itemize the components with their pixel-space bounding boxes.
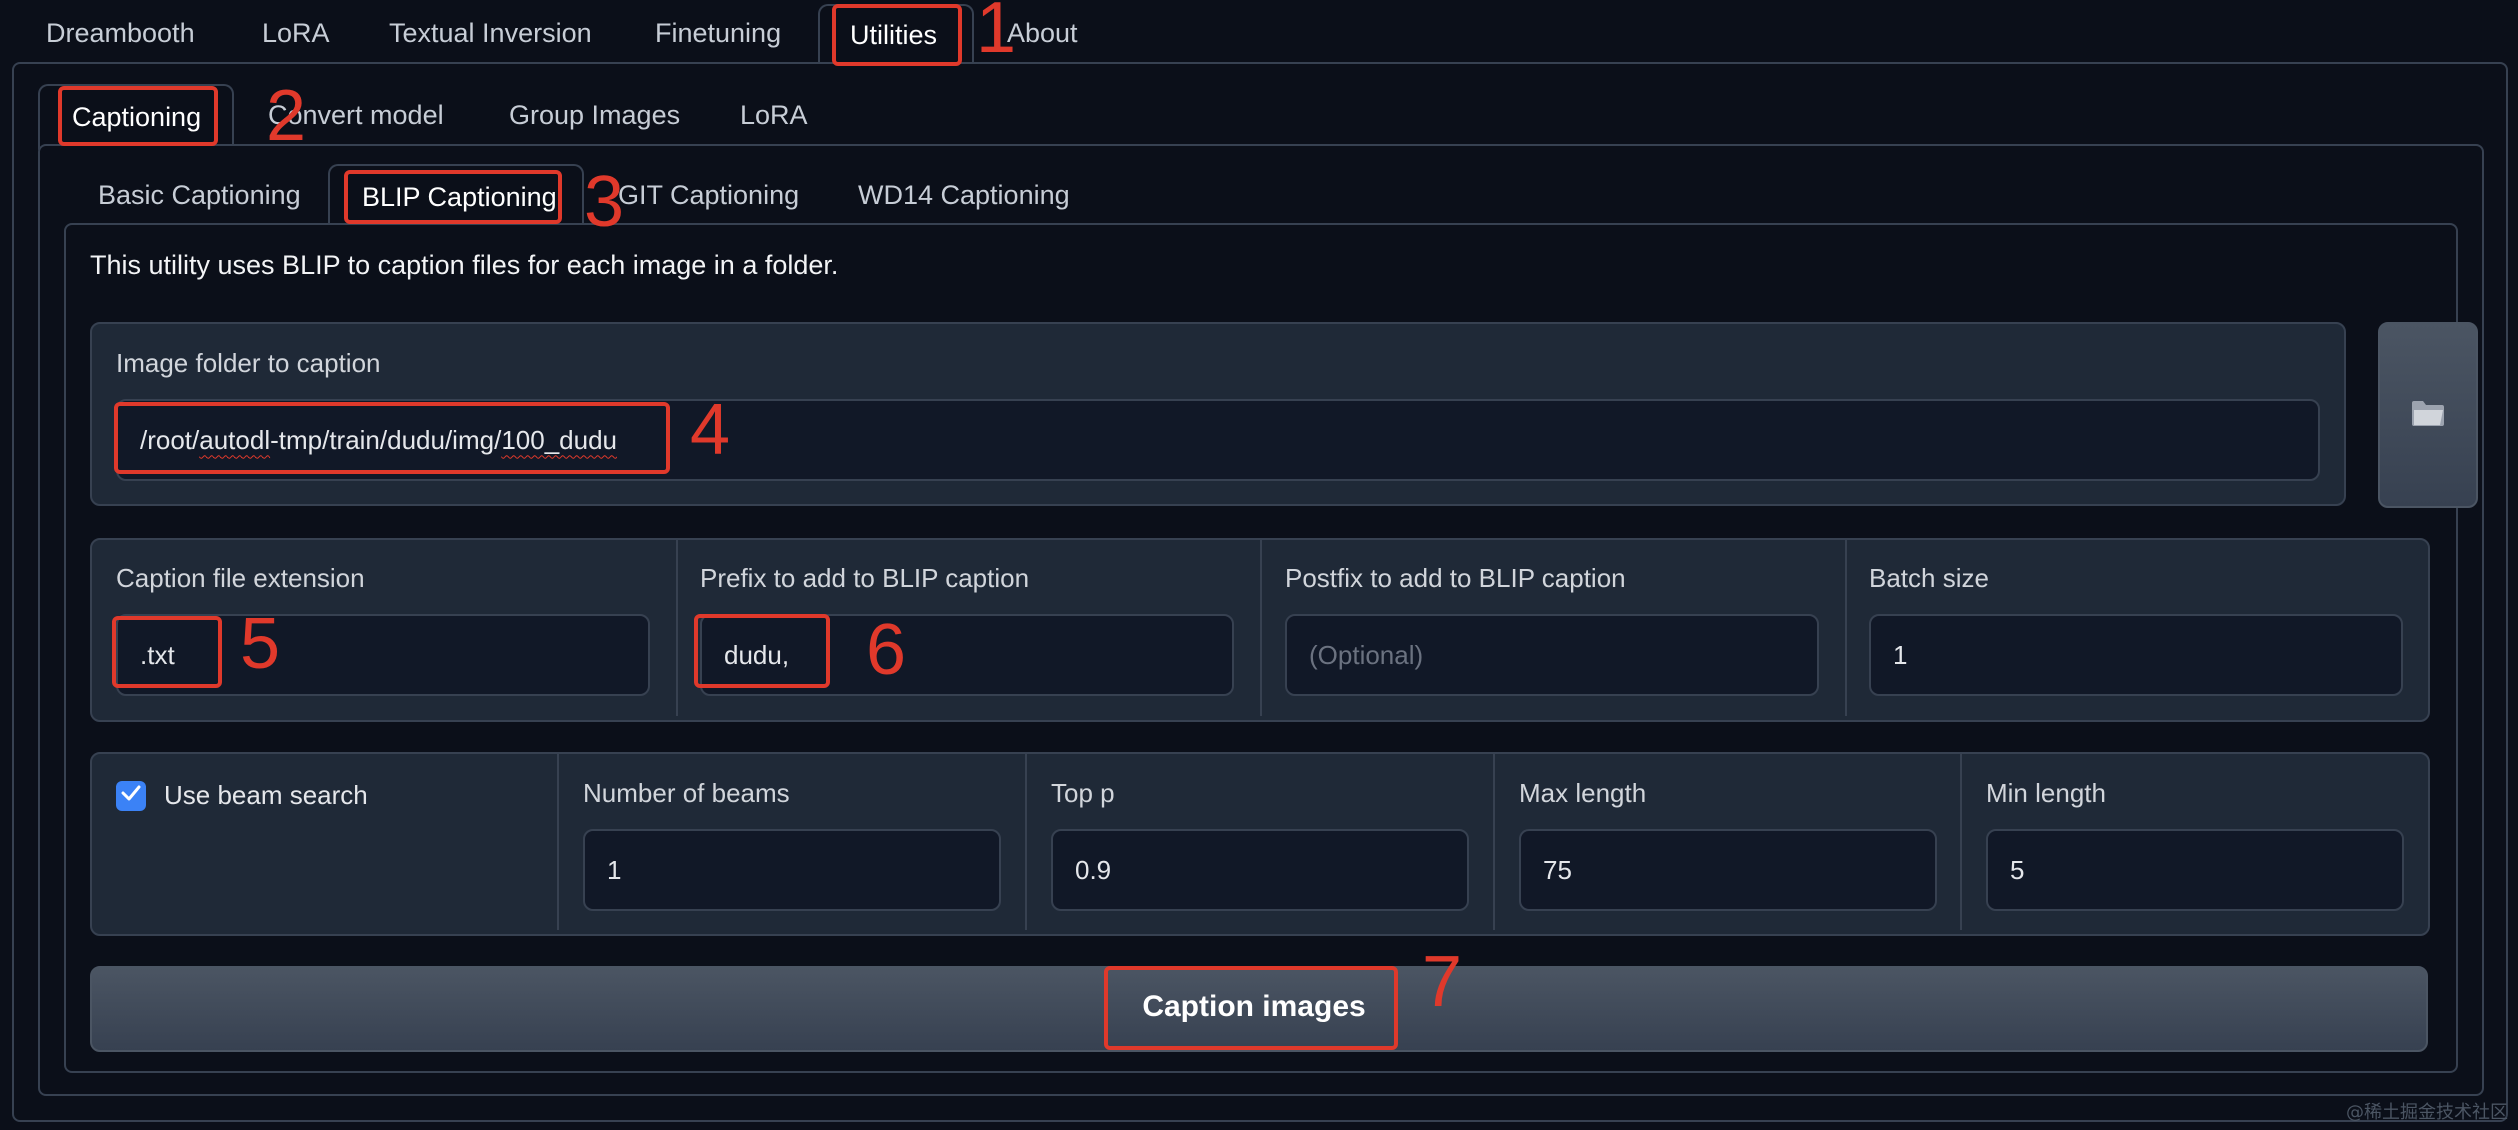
folder-icon (2411, 399, 2445, 432)
annotation-number-7: 7 (1422, 942, 1463, 1022)
tab-basic-captioning[interactable]: Basic Captioning (98, 180, 301, 211)
max-length-input[interactable]: 75 (1519, 829, 1937, 911)
divider (1960, 754, 1962, 930)
divider (1493, 754, 1495, 930)
annotation-number-3: 3 (584, 162, 625, 242)
tab-git-captioning[interactable]: GIT Captioning (618, 180, 799, 211)
description-text: This utility uses BLIP to caption files … (90, 250, 839, 280)
min-length-label: Min length (1986, 778, 2106, 808)
divider (1845, 540, 1847, 716)
beam-search-label: Use beam search (164, 780, 368, 810)
divider (676, 540, 678, 716)
tab-wd14-captioning[interactable]: WD14 Captioning (858, 180, 1070, 211)
tab-lora[interactable]: LoRA (262, 18, 330, 49)
postfix-placeholder: (Optional) (1309, 639, 1424, 670)
annotation-box-folder (114, 402, 670, 474)
tab-finetuning[interactable]: Finetuning (655, 18, 781, 49)
annotation-number-1: 1 (976, 0, 1017, 68)
annotation-box-caption-button (1104, 966, 1398, 1050)
min-length-input[interactable]: 5 (1986, 829, 2404, 911)
batch-size-value: 1 (1893, 639, 1908, 670)
batch-size-input[interactable]: 1 (1869, 614, 2403, 696)
tab-about[interactable]: About (1007, 18, 1078, 49)
annotation-number-4: 4 (690, 390, 731, 470)
annotation-number-2: 2 (266, 76, 307, 156)
annotation-box-extension (112, 616, 222, 688)
checkmark-icon (121, 785, 141, 806)
annotation-number-6: 6 (866, 610, 907, 690)
num-beams-label: Number of beams (583, 778, 790, 808)
tab-group-images[interactable]: Group Images (509, 100, 680, 131)
prefix-label: Prefix to add to BLIP caption (700, 563, 1030, 593)
postfix-label: Postfix to add to BLIP caption (1285, 563, 1626, 593)
postfix-input[interactable]: (Optional) (1285, 614, 1819, 696)
annotation-box-prefix (694, 614, 830, 688)
caption-extension-label: Caption file extension (116, 563, 365, 593)
divider (557, 754, 559, 930)
num-beams-input[interactable]: 1 (583, 829, 1001, 911)
tab-dreambooth[interactable]: Dreambooth (46, 18, 195, 49)
beam-search-checkbox[interactable] (116, 780, 146, 811)
top-p-label: Top p (1051, 778, 1115, 808)
divider (1260, 540, 1262, 716)
num-beams-value: 1 (607, 854, 622, 885)
watermark-text: @稀土掘金技术社区 (2346, 1102, 2508, 1123)
tab-textual-inversion[interactable]: Textual Inversion (389, 18, 592, 49)
annotation-box-utilities (832, 4, 962, 66)
max-length-label: Max length (1519, 778, 1647, 808)
tab-utility-lora[interactable]: LoRA (740, 100, 808, 131)
annotation-box-captioning (58, 86, 218, 146)
top-p-input[interactable]: 0.9 (1051, 829, 1469, 911)
image-folder-label: Image folder to caption (116, 348, 381, 378)
divider (1025, 754, 1027, 930)
beam-search-checkbox-row[interactable]: Use beam search (116, 780, 368, 811)
folder-picker-button[interactable] (2378, 322, 2478, 508)
annotation-box-blip-tab (344, 170, 562, 224)
max-length-value: 75 (1543, 854, 1572, 885)
top-p-value: 0.9 (1075, 854, 1112, 885)
batch-size-label: Batch size (1869, 563, 1989, 593)
min-length-value: 5 (2010, 854, 2025, 885)
annotation-number-5: 5 (240, 604, 281, 684)
